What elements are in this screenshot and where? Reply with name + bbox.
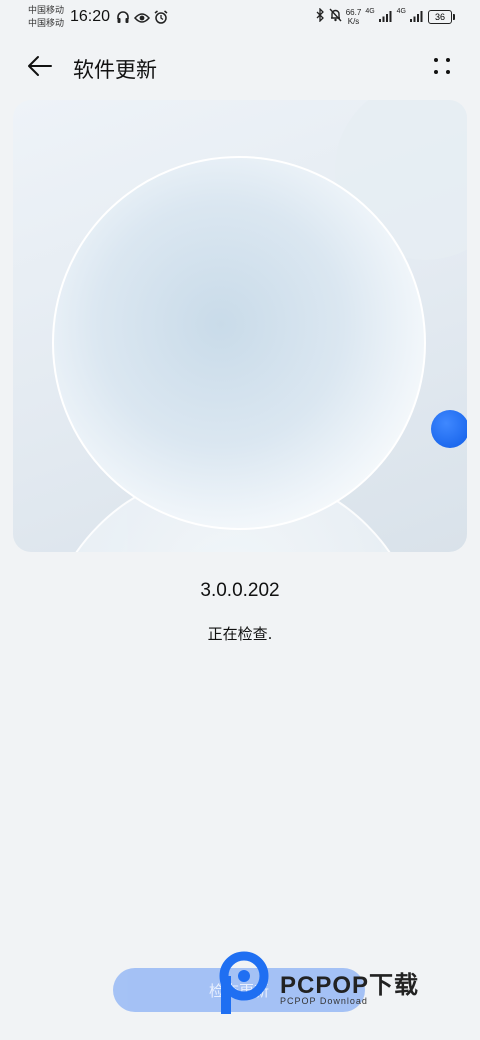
more-dots-icon <box>432 56 452 80</box>
status-icons-left <box>116 9 168 28</box>
eye-icon <box>134 9 150 28</box>
sphere-illustration <box>52 100 467 552</box>
version-number: 3.0.0.202 <box>200 580 280 601</box>
more-options-button[interactable] <box>426 52 458 84</box>
speed-unit: K/s <box>347 16 360 26</box>
page-title: 软件更新 <box>73 58 157 82</box>
battery-level: 36 <box>434 11 445 22</box>
app-bar: 软件更新 <box>0 40 480 96</box>
watermark-sub: PCPOP Download <box>280 996 368 1006</box>
check-status: 正在检查. <box>207 625 273 643</box>
watermark-brand: PCPOP下载 <box>280 972 420 999</box>
pcpop-logo-icon <box>219 951 269 1014</box>
speed-value: 66.7 <box>345 7 362 17</box>
headphones-icon <box>116 9 130 28</box>
accent-dot <box>431 410 467 448</box>
status-icons-right: 66.7 K/s 4G 4G 36 <box>316 7 455 26</box>
update-illustration <box>13 100 467 552</box>
bluetooth-icon <box>316 7 325 26</box>
status-bar: 中国移动 中国移动 16:20 66.7 K/s 4G 4G 36 <box>0 0 480 36</box>
network-type-2: 4G <box>396 8 406 15</box>
signal-icon <box>378 7 393 26</box>
carrier-2: 中国移动 <box>28 19 65 29</box>
mute-bell-icon <box>329 7 342 26</box>
arrow-left-icon <box>27 55 53 81</box>
screen: 中国移动 中国移动 16:20 66.7 K/s 4G 4G 36 软件更新 3… <box>0 0 480 1040</box>
battery-icon: 36 <box>428 9 455 24</box>
back-button[interactable] <box>22 52 58 84</box>
network-type-1: 4G <box>365 8 375 15</box>
carrier-info: 中国移动 中国移动 <box>28 5 64 31</box>
network-speed: 66.7 K/s <box>346 8 362 26</box>
carrier-1: 中国移动 <box>28 6 65 16</box>
clock: 16:20 <box>70 8 111 25</box>
watermark: PCPOP下载 PCPOP Download <box>218 948 468 1018</box>
alarm-icon <box>154 9 168 28</box>
signal-icon-2 <box>410 7 424 26</box>
